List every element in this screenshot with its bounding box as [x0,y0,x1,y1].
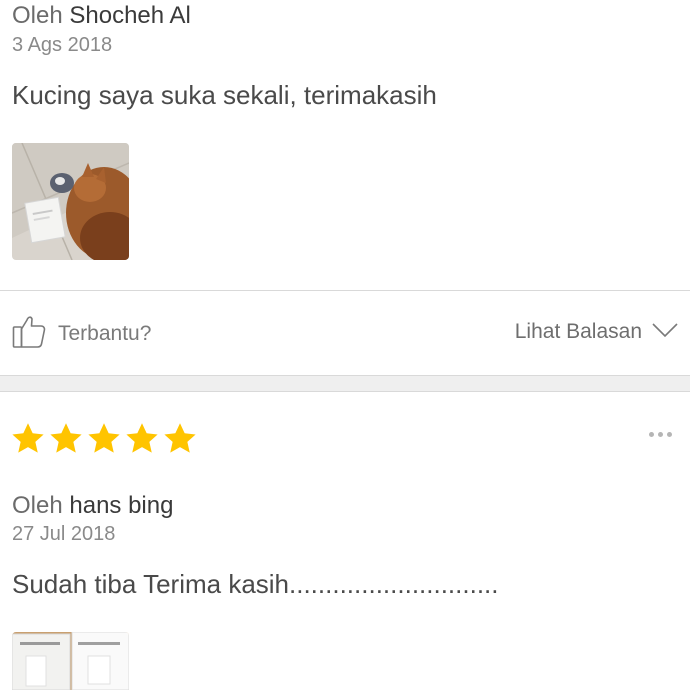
more-options-icon[interactable] [649,432,672,437]
review-photo[interactable] [12,143,129,260]
review-text: Sudah tiba Terima kasih.................… [12,569,499,599]
thumbs-up-icon [12,313,46,354]
cat-with-charger-photo [12,143,129,260]
helpful-label: Terbantu? [58,321,152,345]
by-label: Oleh [12,492,63,519]
view-replies-button[interactable]: Lihat Balasan [515,320,678,344]
author-name[interactable]: Shocheh Al [69,2,190,29]
review-photo[interactable] [12,632,129,690]
view-replies-label: Lihat Balasan [514,320,642,343]
review-author: Oleh Shocheh Al [12,2,191,30]
review-author: Oleh hans bing [12,492,173,520]
product-box-photo [12,632,129,690]
star-icon [124,421,160,457]
star-icon [86,421,122,457]
review-date: 27 Jul 2018 [12,523,116,545]
review-date: 3 Ags 2018 [12,34,113,56]
chevron-down-icon [652,322,678,343]
star-icon [10,421,46,457]
section-separator [0,375,690,392]
helpful-button[interactable]: Terbantu? [12,313,151,354]
star-icon [48,421,84,457]
by-label: Oleh [12,2,63,29]
star-icon [162,421,198,457]
author-name[interactable]: hans bing [69,492,173,519]
review-text: Kucing saya suka sekali, terimakasih [12,80,437,110]
divider [0,290,690,291]
star-rating [10,421,198,457]
